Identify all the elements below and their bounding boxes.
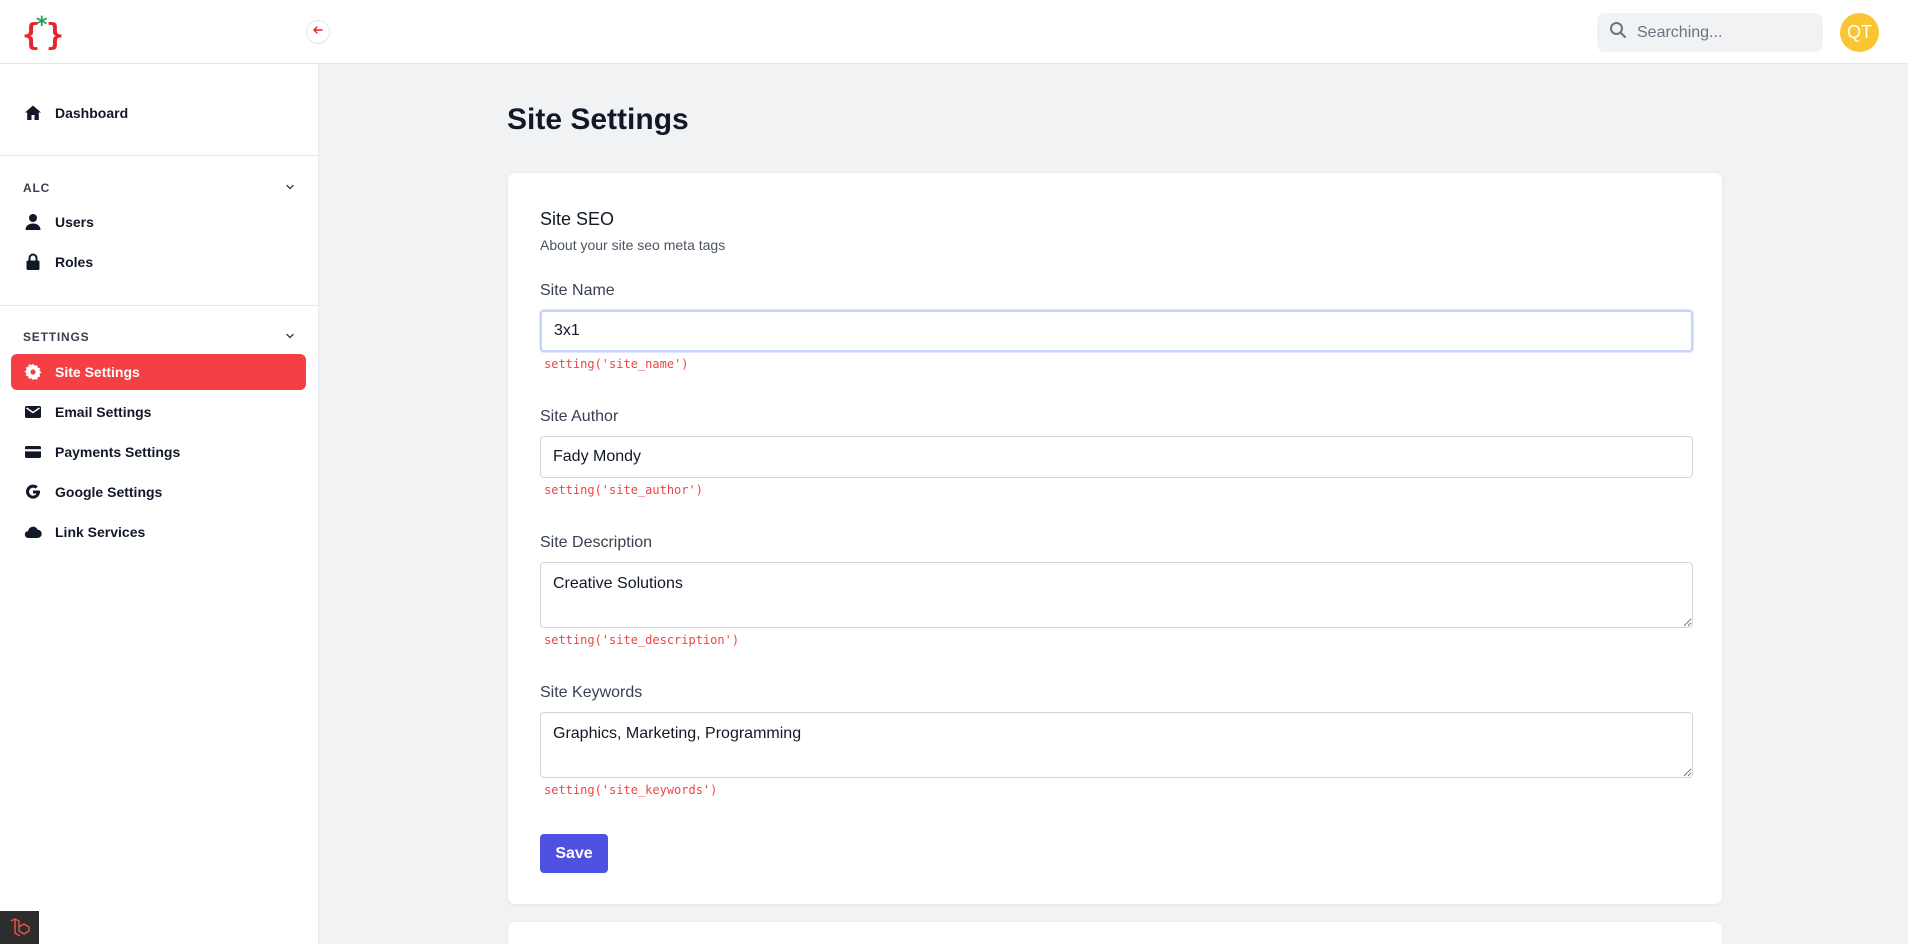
- search-box[interactable]: [1597, 13, 1823, 52]
- site-name-label: Site Name: [540, 282, 615, 299]
- sidebar: Dashboard ALC Users Roles SETTINGS Site …: [0, 64, 319, 944]
- sidebar-item-dashboard[interactable]: Dashboard: [11, 95, 306, 131]
- home-icon: [24, 104, 42, 122]
- svg-text:*: *: [36, 13, 48, 38]
- top-bar: { } * QT: [0, 0, 1908, 64]
- sidebar-section-alc[interactable]: ALC: [23, 178, 295, 198]
- lock-icon: [24, 253, 42, 271]
- sidebar-item-label: Roles: [55, 254, 94, 270]
- credit-card-icon: [24, 443, 42, 461]
- search-input[interactable]: [1637, 23, 1807, 42]
- sidebar-item-label: Email Settings: [55, 404, 152, 420]
- mail-icon: [24, 403, 42, 421]
- sidebar-item-payments-settings[interactable]: Payments Settings: [11, 434, 306, 470]
- sidebar-item-google-settings[interactable]: Google Settings: [11, 474, 306, 510]
- user-icon: [24, 213, 42, 231]
- collapse-sidebar-button[interactable]: [306, 20, 330, 44]
- sidebar-item-label: Google Settings: [55, 484, 163, 500]
- site-author-input[interactable]: [540, 436, 1693, 478]
- site-keywords-label: Site Keywords: [540, 684, 643, 701]
- google-icon: [24, 483, 42, 501]
- sidebar-item-email-settings[interactable]: Email Settings: [11, 394, 306, 430]
- next-settings-card: [507, 921, 1723, 944]
- sidebar-item-link-services[interactable]: Link Services: [11, 514, 306, 550]
- gear-icon: [24, 363, 42, 381]
- section-title: ALC: [23, 181, 51, 195]
- arrow-left-icon: [312, 23, 324, 41]
- chevron-down-icon: [285, 181, 295, 195]
- card-subtitle: About your site seo meta tags: [540, 237, 726, 253]
- site-author-label: Site Author: [540, 408, 619, 425]
- site-keywords-hint: setting('site_keywords'): [544, 783, 718, 797]
- card-title: Site SEO: [540, 209, 615, 229]
- chevron-down-icon: [285, 330, 295, 344]
- page-title: Site Settings: [507, 103, 689, 136]
- sidebar-item-site-settings[interactable]: Site Settings: [11, 354, 306, 390]
- sidebar-item-label: Dashboard: [55, 105, 129, 121]
- svg-text:}: }: [46, 18, 64, 52]
- sidebar-item-label: Users: [55, 214, 94, 230]
- site-seo-card: Site SEO About your site seo meta tags S…: [507, 172, 1723, 905]
- site-author-hint: setting('site_author'): [544, 483, 703, 497]
- sidebar-item-label: Link Services: [55, 524, 146, 540]
- save-button[interactable]: Save: [540, 834, 608, 873]
- sidebar-item-label: Site Settings: [55, 364, 140, 380]
- laravel-icon[interactable]: [0, 911, 39, 944]
- sidebar-divider: [0, 305, 318, 306]
- cloud-icon: [24, 523, 42, 541]
- sidebar-item-label: Payments Settings: [55, 444, 181, 460]
- site-description-hint: setting('site_description'): [544, 633, 740, 647]
- sidebar-item-users[interactable]: Users: [11, 204, 306, 240]
- sidebar-section-settings[interactable]: SETTINGS: [23, 327, 295, 347]
- logo-icon[interactable]: { } *: [20, 12, 70, 53]
- search-icon: [1609, 21, 1627, 44]
- avatar[interactable]: QT: [1840, 13, 1879, 52]
- site-name-input[interactable]: [540, 310, 1693, 352]
- site-name-hint: setting('site_name'): [544, 357, 689, 371]
- sidebar-item-roles[interactable]: Roles: [11, 244, 306, 280]
- site-description-label: Site Description: [540, 534, 653, 551]
- section-title: SETTINGS: [23, 330, 90, 344]
- site-description-input[interactable]: Creative Solutions: [540, 562, 1693, 628]
- site-keywords-input[interactable]: Graphics, Marketing, Programming: [540, 712, 1693, 778]
- sidebar-divider: [0, 155, 318, 156]
